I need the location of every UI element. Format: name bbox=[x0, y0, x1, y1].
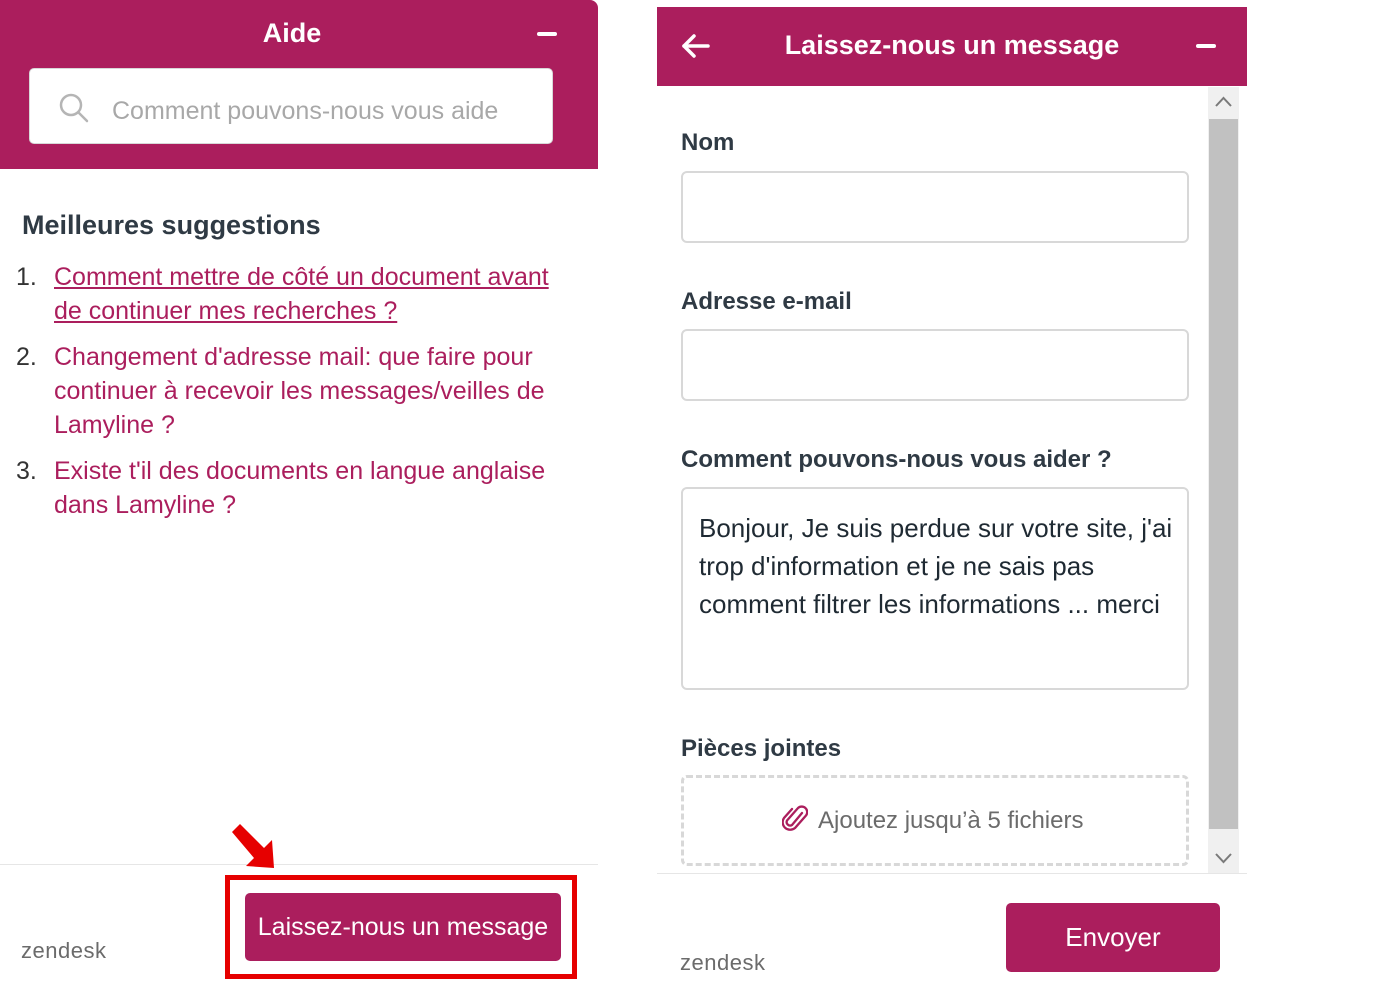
suggestion-number: 3. bbox=[16, 457, 37, 485]
suggestions-list: 1. Comment mettre de côté un document av… bbox=[16, 260, 576, 534]
suggestion-link[interactable]: Comment mettre de côté un document avant… bbox=[54, 263, 549, 325]
search-input[interactable] bbox=[112, 95, 500, 127]
attachments-dropzone[interactable]: Ajoutez jusqu’à 5 fichiers bbox=[681, 775, 1189, 866]
email-label: Adresse e-mail bbox=[681, 288, 852, 315]
scrollbar[interactable] bbox=[1208, 87, 1239, 873]
help-title: Aide bbox=[262, 18, 322, 48]
name-field[interactable] bbox=[681, 171, 1189, 243]
chevron-up-icon[interactable] bbox=[1208, 87, 1239, 117]
help-widget: Aide Meilleures suggestions 1. Comment m… bbox=[0, 0, 598, 984]
suggestions-title: Meilleures suggestions bbox=[22, 210, 321, 240]
minimize-icon[interactable] bbox=[1196, 44, 1216, 48]
suggestion-item: 1. Comment mettre de côté un document av… bbox=[16, 260, 576, 328]
form-title: Laissez-nous un message bbox=[784, 30, 1120, 60]
search-icon bbox=[59, 93, 89, 123]
suggestion-item: 3. Existe t'il des documents en langue a… bbox=[16, 454, 576, 522]
attachments-hint: Ajoutez jusqu’à 5 fichiers bbox=[818, 807, 1084, 834]
send-button[interactable]: Envoyer bbox=[1006, 903, 1220, 972]
help-textarea[interactable]: Bonjour, Je suis perdue sur votre site, … bbox=[681, 487, 1189, 690]
paperclip-icon bbox=[782, 805, 808, 831]
name-label: Nom bbox=[681, 129, 735, 156]
suggestion-number: 1. bbox=[16, 263, 37, 291]
suggestion-link[interactable]: Changement d'adresse mail: que faire pou… bbox=[54, 343, 545, 439]
email-field[interactable] bbox=[681, 329, 1189, 401]
form-header: Laissez-nous un message bbox=[657, 7, 1247, 86]
minimize-icon[interactable] bbox=[537, 32, 557, 36]
zendesk-logo[interactable]: zendesk bbox=[680, 950, 765, 976]
back-arrow-icon[interactable] bbox=[681, 33, 711, 59]
suggestion-link[interactable]: Existe t'il des documents en langue angl… bbox=[54, 457, 545, 519]
suggestion-number: 2. bbox=[16, 343, 37, 371]
attachments-label: Pièces jointes bbox=[681, 735, 842, 762]
help-header: Aide bbox=[0, 0, 598, 169]
suggestion-item: 2. Changement d'adresse mail: que faire … bbox=[16, 340, 576, 442]
form-footer-divider bbox=[657, 873, 1247, 874]
help-label: Comment pouvons-nous vous aider ? bbox=[681, 446, 1112, 473]
red-arrow-icon bbox=[232, 824, 274, 868]
chevron-down-icon[interactable] bbox=[1208, 843, 1239, 873]
leave-message-button[interactable]: Laissez-nous un message bbox=[245, 893, 561, 961]
zendesk-logo[interactable]: zendesk bbox=[21, 938, 106, 964]
message-form-widget: Laissez-nous un message Nom Adresse e-ma… bbox=[657, 7, 1247, 984]
scrollbar-thumb[interactable] bbox=[1209, 119, 1238, 829]
